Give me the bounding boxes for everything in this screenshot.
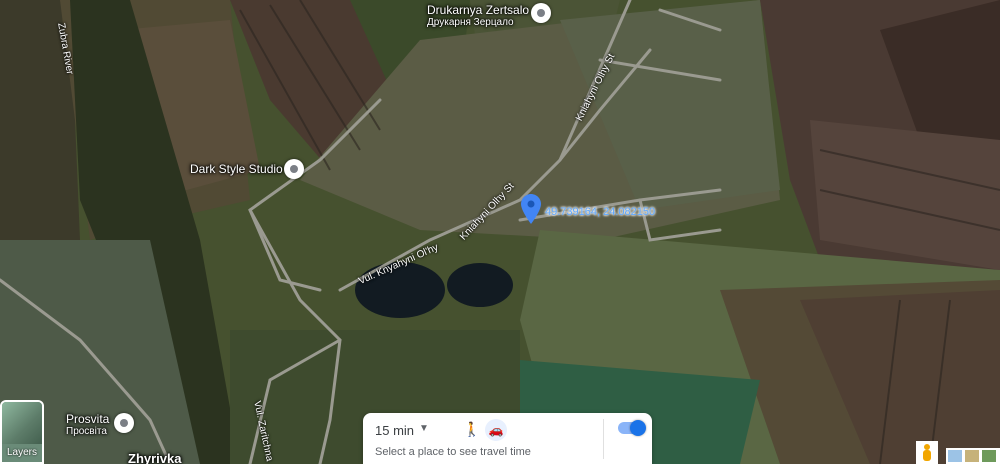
travel-time-toggle[interactable] [618,420,646,436]
layers-thumbnail [2,402,42,444]
layers-button[interactable]: Layers [0,400,44,464]
pegman-icon [922,444,932,462]
imagery-thumbnails[interactable] [946,448,1000,464]
travel-duration-select[interactable]: 15 min [375,423,414,438]
poi-name: Drukarnya Zertsalo [427,3,530,17]
place-pin-icon[interactable] [531,3,551,23]
driving-icon[interactable]: 🚗 [485,419,507,441]
poi-name: Dark Style Studio [190,162,283,176]
walking-icon[interactable]: 🚶 [463,421,480,438]
terrain-thumbnail-icon[interactable] [965,450,979,462]
satellite-map[interactable]: Drukarnya Zertsalo Друкарня Зерцало Dark… [0,0,1000,464]
divider [603,419,604,459]
poi-label-prosvita[interactable]: Prosvita Просвіта [66,412,109,437]
satellite-thumbnail-icon[interactable] [982,450,996,462]
poi-label-drukarnya[interactable]: Drukarnya Zertsalo Друкарня Зерцало [427,3,529,28]
satellite-imagery [0,0,1000,464]
place-pin-icon[interactable] [114,413,134,433]
dropped-pin-icon[interactable] [521,194,541,224]
place-pin-icon[interactable] [284,159,304,179]
map-thumbnail-icon[interactable] [948,450,962,462]
poi-native-name: Друкарня Зерцало [427,17,514,28]
travel-time-hint: Select a place to see travel time [375,446,531,458]
chevron-down-icon[interactable]: ▼ [419,423,429,434]
poi-name: Prosvita [66,412,110,426]
travel-time-card: 15 min ▼ 🚶 🚗 Select a place to see trave… [363,413,652,464]
street-view-pegman[interactable] [916,441,938,464]
pin-coordinates[interactable]: 49.739164, 24.082150 [545,206,655,218]
layers-label: Layers [6,447,37,458]
poi-native-name: Просвіта [66,426,107,437]
locality-label: Zhyrivka [128,451,182,464]
poi-label-dark-style-studio[interactable]: Dark Style Studio [190,162,283,176]
